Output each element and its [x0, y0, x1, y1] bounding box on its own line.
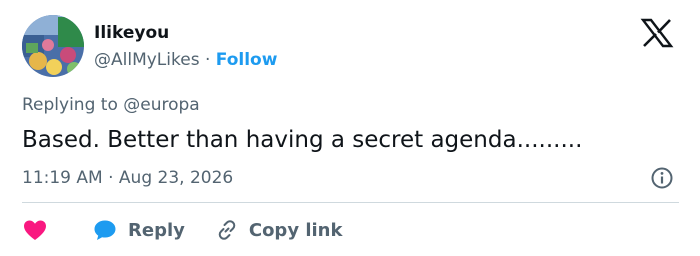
handle-line: @AllMyLikes · Follow — [94, 48, 277, 72]
divider — [22, 202, 679, 203]
display-name[interactable]: Ilikeyou — [94, 21, 169, 45]
tweet-date: Aug 23, 2026 — [118, 168, 234, 188]
reply-target-handle[interactable]: @europa — [123, 95, 199, 115]
copy-link-button[interactable]: Copy link — [215, 218, 343, 242]
reply-button[interactable]: Reply — [92, 218, 185, 242]
replying-to: Replying to @europa — [22, 93, 200, 117]
heart-icon[interactable] — [22, 218, 48, 242]
user-handle[interactable]: @AllMyLikes — [94, 50, 200, 70]
replying-prefix: Replying to — [22, 95, 124, 115]
meta-separator: · — [102, 168, 119, 188]
follow-button[interactable]: Follow — [216, 50, 278, 70]
x-logo-icon[interactable] — [637, 18, 677, 48]
action-bar: Reply Copy link — [22, 214, 342, 246]
avatar[interactable] — [22, 15, 84, 77]
tweet-timestamp[interactable]: 11:19 AM · Aug 23, 2026 — [22, 166, 233, 190]
tweet-text: Based. Better than having a secret agend… — [22, 127, 583, 153]
reply-label: Reply — [128, 219, 185, 241]
handle-separator: · — [199, 50, 216, 70]
speech-bubble-icon — [94, 220, 116, 240]
copy-link-label: Copy link — [248, 219, 343, 241]
link-icon — [218, 220, 236, 240]
info-icon[interactable] — [650, 166, 674, 190]
avatar-image — [22, 15, 84, 77]
tweet-time: 11:19 AM — [22, 168, 103, 188]
